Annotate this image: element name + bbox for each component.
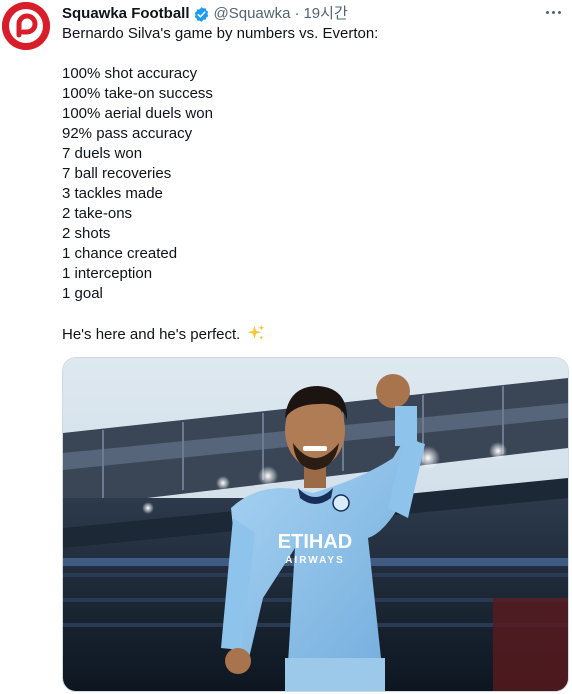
stat-line: 100% aerial duels won bbox=[62, 105, 213, 122]
sparkles-icon bbox=[247, 324, 265, 348]
stat-line: 100% take-on success bbox=[62, 85, 213, 102]
squawka-logo-icon bbox=[2, 2, 50, 50]
tweet-photo[interactable]: ETIHAD AIRWAYS bbox=[62, 357, 569, 692]
stat-line: 7 ball recoveries bbox=[62, 165, 172, 182]
stat-line: 2 shots bbox=[62, 225, 111, 242]
stat-line: 2 take-ons bbox=[62, 205, 133, 222]
stat-line: 3 tackles made bbox=[62, 185, 163, 202]
tweet-text: Bernardo Silva's game by numbers vs. Eve… bbox=[62, 24, 562, 344]
more-options-icon-dot bbox=[557, 10, 561, 14]
stat-line: 100% shot accuracy bbox=[62, 65, 198, 82]
verified-badge-icon bbox=[193, 6, 210, 23]
tweet-intro: Bernardo Silva's game by numbers vs. Eve… bbox=[62, 25, 379, 42]
more-options-button[interactable] bbox=[542, 3, 564, 21]
stat-line: 7 duels won bbox=[62, 145, 143, 162]
stat-line: 1 chance created bbox=[62, 245, 178, 262]
shirt-sponsor-line1: ETIHAD bbox=[278, 531, 352, 553]
closing-line: He's here and he's perfect. bbox=[62, 324, 562, 344]
author-handle[interactable]: @Squawka bbox=[214, 4, 291, 24]
stat-line: 92% pass accuracy bbox=[62, 125, 193, 142]
closing-text: He's here and he's perfect. bbox=[62, 326, 241, 343]
tweet-timestamp[interactable]: 19시간 bbox=[303, 4, 347, 24]
stat-line: 1 goal bbox=[62, 285, 103, 302]
more-options-icon bbox=[545, 10, 549, 14]
tweet-header: Squawka Football @Squawka · 19시간 bbox=[62, 4, 562, 24]
author-name[interactable]: Squawka Football bbox=[62, 4, 190, 24]
separator-dot: · bbox=[294, 5, 300, 22]
more-options-icon-dot bbox=[551, 10, 555, 14]
shirt-sponsor-line2: AIRWAYS bbox=[285, 555, 345, 566]
squawka-avatar[interactable] bbox=[2, 2, 50, 50]
player-celebration-image: ETIHAD AIRWAYS bbox=[63, 358, 568, 691]
stat-line: 1 interception bbox=[62, 265, 153, 282]
